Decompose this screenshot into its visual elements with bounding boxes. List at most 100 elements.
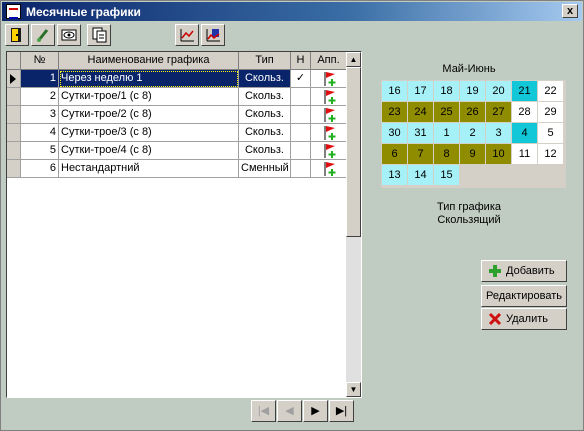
row-number[interactable]: 1 bbox=[21, 70, 59, 88]
calendar-day[interactable]: 24 bbox=[408, 102, 434, 123]
header-name[interactable]: Наименование графика bbox=[59, 52, 239, 70]
row-name[interactable]: Через неделю 1 bbox=[59, 70, 239, 88]
row-app[interactable] bbox=[311, 142, 347, 160]
row-name[interactable]: Сутки-трое/2 (с 8) bbox=[59, 106, 239, 124]
calendar-day[interactable]: 20 bbox=[486, 81, 512, 102]
style-button[interactable] bbox=[31, 24, 55, 46]
calendar-day[interactable]: 30 bbox=[382, 123, 408, 144]
calendar-day[interactable]: 2 bbox=[460, 123, 486, 144]
exit-button[interactable] bbox=[5, 24, 29, 46]
add-button[interactable]: Добавить bbox=[481, 260, 567, 282]
header-app[interactable]: Апп. bbox=[311, 52, 347, 70]
row-type[interactable]: Скольз. bbox=[239, 124, 291, 142]
first-record-button[interactable]: |◀ bbox=[251, 400, 276, 422]
calendar-day[interactable]: 3 bbox=[486, 123, 512, 144]
row-name[interactable]: Сутки-трое/1 (с 8) bbox=[59, 88, 239, 106]
scroll-down-button[interactable]: ▼ bbox=[346, 382, 361, 397]
calendar-day[interactable]: 11 bbox=[512, 144, 538, 165]
row-app[interactable] bbox=[311, 124, 347, 142]
calendar-day[interactable]: 26 bbox=[460, 102, 486, 123]
scroll-thumb[interactable] bbox=[346, 67, 361, 237]
close-button[interactable]: x bbox=[562, 4, 578, 18]
last-record-button[interactable]: ▶| bbox=[329, 400, 354, 422]
plus-icon bbox=[489, 265, 501, 277]
table-header: № Наименование графика Тип Н Апп. bbox=[7, 52, 347, 70]
copy-button[interactable] bbox=[87, 24, 111, 46]
row-app[interactable] bbox=[311, 70, 347, 88]
calendar-day[interactable]: 31 bbox=[408, 123, 434, 144]
edit-button[interactable]: Редактировать bbox=[481, 285, 567, 307]
row-type[interactable]: Скольз. bbox=[239, 142, 291, 160]
row-h-check[interactable] bbox=[291, 88, 311, 106]
table-row[interactable]: 3 Сутки-трое/2 (с 8) Скольз. bbox=[7, 106, 347, 124]
table-row[interactable]: 2 Сутки-трое/1 (с 8) Скольз. bbox=[7, 88, 347, 106]
calendar-day[interactable]: 29 bbox=[538, 102, 564, 123]
prev-record-button[interactable]: ◀ bbox=[277, 400, 302, 422]
edit-button-label: Редактировать bbox=[486, 290, 562, 302]
row-name[interactable]: Сутки-трое/4 (с 8) bbox=[59, 142, 239, 160]
calendar-day[interactable]: 7 bbox=[408, 144, 434, 165]
row-h-check[interactable]: ✓ bbox=[291, 70, 311, 88]
calendar-day[interactable]: 5 bbox=[538, 123, 564, 144]
flag-plus-icon bbox=[324, 90, 336, 104]
flag-plus-icon bbox=[324, 72, 336, 86]
table-row[interactable]: 5 Сутки-трое/4 (с 8) Скольз. bbox=[7, 142, 347, 160]
flag-plus-icon bbox=[324, 162, 336, 176]
row-app[interactable] bbox=[311, 106, 347, 124]
calendar-day[interactable]: 17 bbox=[408, 81, 434, 102]
chart-button[interactable] bbox=[175, 24, 199, 46]
title-bar[interactable]: Месячные графики x bbox=[2, 2, 582, 21]
row-name[interactable]: Сутки-трое/3 (с 8) bbox=[59, 124, 239, 142]
delete-button[interactable]: Удалить bbox=[481, 308, 567, 330]
calendar-day[interactable]: 8 bbox=[434, 144, 460, 165]
next-record-button[interactable]: ▶ bbox=[303, 400, 328, 422]
row-number[interactable]: 3 bbox=[21, 106, 59, 124]
row-app[interactable] bbox=[311, 160, 347, 178]
header-number[interactable]: № bbox=[21, 52, 59, 70]
table-row[interactable]: 1 Через неделю 1 Скольз. ✓ bbox=[7, 70, 347, 88]
table-row[interactable]: 4 Сутки-трое/3 (с 8) Скольз. bbox=[7, 124, 347, 142]
header-h[interactable]: Н bbox=[291, 52, 311, 70]
row-number[interactable]: 6 bbox=[21, 160, 59, 178]
calendar-day[interactable]: 14 bbox=[408, 165, 434, 186]
calendar-day[interactable]: 1 bbox=[434, 123, 460, 144]
row-type[interactable]: Скольз. bbox=[239, 106, 291, 124]
calendar-day[interactable]: 21 bbox=[512, 81, 538, 102]
calendar-day[interactable]: 12 bbox=[538, 144, 564, 165]
row-name[interactable]: Нестандартний bbox=[59, 160, 239, 178]
scroll-up-button[interactable]: ▲ bbox=[346, 52, 361, 67]
row-number[interactable]: 2 bbox=[21, 88, 59, 106]
calendar-day[interactable]: 19 bbox=[460, 81, 486, 102]
row-type[interactable]: Сменный bbox=[239, 160, 291, 178]
table-row[interactable]: 6 Нестандартний Сменный bbox=[7, 160, 347, 178]
row-h-check[interactable] bbox=[291, 142, 311, 160]
row-type[interactable]: Скольз. bbox=[239, 70, 291, 88]
view-button[interactable] bbox=[57, 24, 81, 46]
row-type[interactable]: Скольз. bbox=[239, 88, 291, 106]
header-type[interactable]: Тип bbox=[239, 52, 291, 70]
calendar-day[interactable]: 15 bbox=[434, 165, 460, 186]
calendar-day[interactable]: 10 bbox=[486, 144, 512, 165]
row-number[interactable]: 4 bbox=[21, 124, 59, 142]
calendar-day[interactable]: 6 bbox=[382, 144, 408, 165]
calendar-day[interactable]: 23 bbox=[382, 102, 408, 123]
calendar-day[interactable]: 18 bbox=[434, 81, 460, 102]
calendar-day[interactable]: 27 bbox=[486, 102, 512, 123]
row-h-check[interactable] bbox=[291, 160, 311, 178]
calendar-day[interactable]: 9 bbox=[460, 144, 486, 165]
open-door-icon bbox=[11, 28, 21, 42]
calendar-day[interactable]: 25 bbox=[434, 102, 460, 123]
row-app[interactable] bbox=[311, 88, 347, 106]
row-indicator bbox=[7, 70, 21, 88]
calendar-day[interactable]: 22 bbox=[538, 81, 564, 102]
chart-edit-button[interactable] bbox=[201, 24, 225, 46]
vertical-scrollbar[interactable]: ▲ ▼ bbox=[346, 52, 361, 397]
row-h-check[interactable] bbox=[291, 106, 311, 124]
row-number[interactable]: 5 bbox=[21, 142, 59, 160]
calendar-day[interactable]: 28 bbox=[512, 102, 538, 123]
copy-document-icon bbox=[92, 27, 107, 43]
row-h-check[interactable] bbox=[291, 124, 311, 142]
calendar-day[interactable]: 13 bbox=[382, 165, 408, 186]
calendar-day[interactable]: 4 bbox=[512, 123, 538, 144]
calendar-day[interactable]: 16 bbox=[382, 81, 408, 102]
